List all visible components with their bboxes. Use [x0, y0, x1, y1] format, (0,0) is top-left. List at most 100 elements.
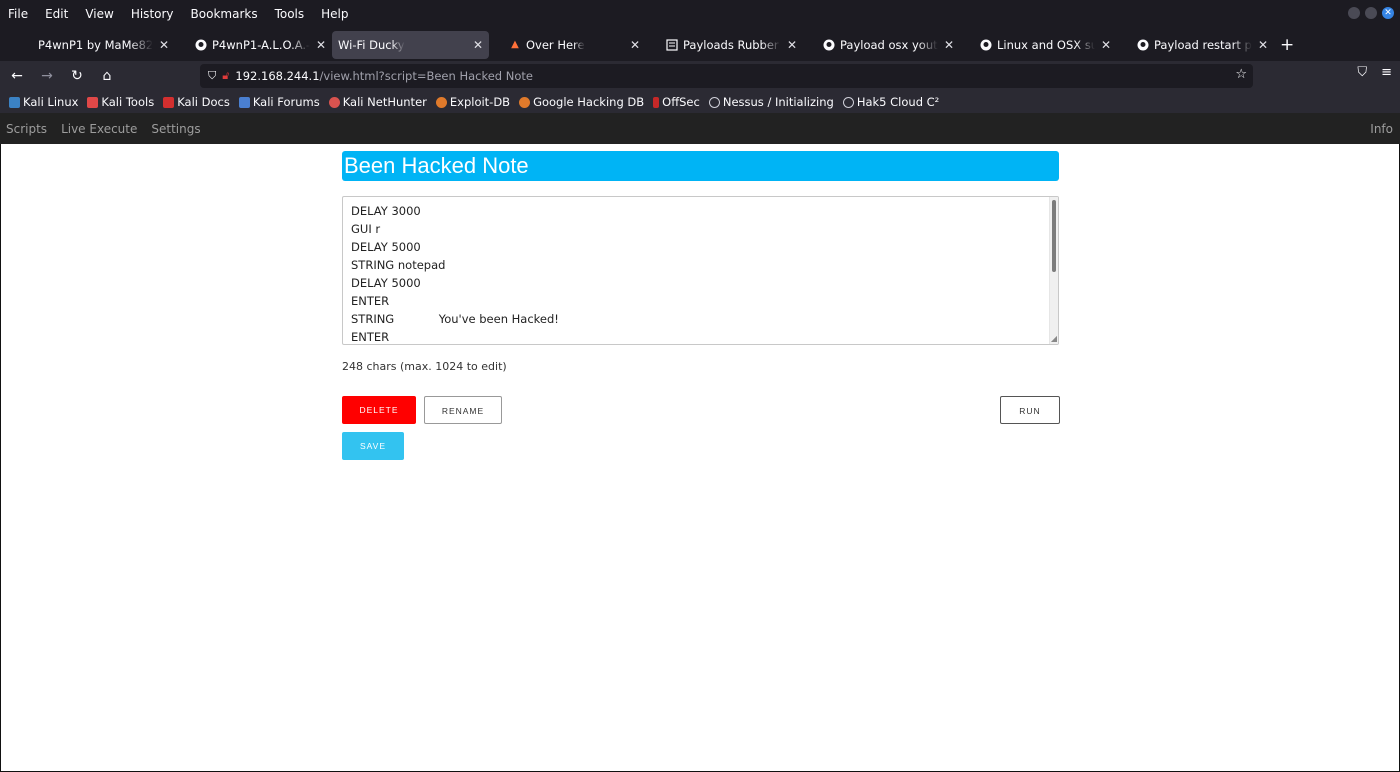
close-icon[interactable]: ✕ — [787, 38, 797, 52]
kali-dragon-icon — [9, 96, 20, 108]
menu-tools[interactable]: Tools — [275, 7, 305, 21]
script-title-input[interactable]: Been Hacked Note — [342, 151, 1059, 181]
home-icon[interactable]: ⌂ — [94, 63, 120, 89]
globe-icon — [708, 96, 720, 108]
bookmark-label: Google Hacking DB — [533, 95, 645, 109]
menu-bar: File Edit View History Bookmarks Tools H… — [0, 0, 1400, 28]
editor-scrollbar[interactable] — [1049, 197, 1058, 344]
tab-payload-osx-youtube[interactable]: Payload osx youtube bl ✕ — [803, 31, 960, 59]
bookmark-label: Exploit-DB — [449, 95, 511, 109]
page-content: Been Hacked Note DELAY 3000 GUI r DELAY 50… — [0, 144, 1400, 772]
bookmark-star-icon[interactable]: ☆ — [1235, 67, 1247, 82]
script-lines: DELAY 3000 GUI r DELAY 5000 STRING notepad D… — [351, 202, 559, 344]
tab-over-here[interactable]: ▲ Over Here ✕ — [489, 31, 646, 59]
tab-label: P4wnP1-A.L.O.A.-Paylo — [212, 37, 310, 52]
bookmark-label: Kali Docs — [177, 95, 230, 109]
close-icon[interactable]: ✕ — [159, 38, 169, 52]
resize-handle-icon[interactable]: ◢ — [1051, 334, 1057, 343]
github-icon — [195, 39, 207, 51]
pocket-icon[interactable]: ⛉ — [1357, 65, 1367, 80]
ghdb-icon — [519, 96, 531, 108]
minimize-button[interactable] — [1348, 7, 1360, 19]
bookmarks-bar: Kali Linux Kali Tools Kali Docs Kali For… — [0, 91, 1400, 113]
script-line: DELAY 5000 — [351, 276, 421, 290]
close-icon[interactable]: ✕ — [316, 38, 326, 52]
close-icon[interactable]: ✕ — [473, 38, 483, 52]
nav-scripts[interactable]: Scripts — [6, 122, 47, 136]
menu-edit[interactable]: Edit — [45, 7, 68, 21]
tab-label: Wi-Fi Ducky — [338, 37, 405, 52]
close-icon[interactable]: ✕ — [1258, 38, 1268, 52]
nav-info[interactable]: Info — [1370, 122, 1393, 136]
github-icon — [1137, 39, 1149, 51]
nav-settings[interactable]: Settings — [151, 122, 200, 136]
kali-forums-icon — [238, 96, 250, 108]
menu-file[interactable]: File — [8, 7, 28, 21]
hamburger-menu-icon[interactable]: ≡ — [1381, 65, 1392, 80]
bookmark-google-hacking-db[interactable]: Google Hacking DB — [519, 95, 644, 109]
tab-payload-restart-prank[interactable]: Payload restart prank ✕ — [1117, 31, 1274, 59]
tab-payloads-rubber-ducky[interactable]: Payloads Rubber Ducky ✕ — [646, 31, 803, 59]
menu-help[interactable]: Help — [321, 7, 348, 21]
script-line: ENTER — [351, 330, 390, 344]
bookmark-kali-nethunter[interactable]: Kali NetHunter — [328, 95, 427, 109]
tab-p4wnp1-aloa[interactable]: P4wnP1-A.L.O.A.-Paylo ✕ — [175, 31, 332, 59]
tab-linux-osx-sudo[interactable]: Linux and OSX sudo pa ✕ — [960, 31, 1117, 59]
nav-right-tools: ⛉ ≡ — [1357, 65, 1392, 80]
tab-label: Payload restart prank — [1154, 37, 1252, 52]
tab-bar: P4wnP1 by MaMe82 ✕ P4wnP1-A.L.O.A.-Paylo… — [0, 28, 1400, 61]
new-tab-icon[interactable]: + — [1280, 35, 1294, 55]
close-window-button[interactable]: ✕ — [1382, 7, 1394, 19]
bookmark-nessus[interactable]: Nessus / Initializing — [708, 95, 834, 109]
tab-wifi-ducky[interactable]: Wi-Fi Ducky ✕ — [332, 30, 489, 59]
globe-icon — [842, 96, 854, 108]
back-arrow-icon[interactable]: ← — [4, 63, 30, 89]
bookmark-label: Kali Tools — [101, 95, 155, 109]
script-line: DELAY 3000 — [351, 204, 421, 218]
bookmark-offsec[interactable]: OffSec — [653, 95, 700, 109]
offsec-icon — [653, 96, 660, 108]
close-icon[interactable]: ✕ — [630, 38, 640, 52]
insecure-lock-icon[interactable]: 🔓︎ — [222, 69, 229, 83]
kali-docs-icon — [163, 96, 175, 108]
bookmark-hak5-cloud[interactable]: Hak5 Cloud C² — [842, 95, 940, 109]
bookmark-label: Hak5 Cloud C² — [856, 95, 940, 109]
menu-view[interactable]: View — [85, 7, 113, 21]
script-editor-textarea[interactable]: DELAY 3000 GUI r DELAY 5000 STRING notepad D… — [342, 196, 1059, 345]
save-button[interactable]: SAVE — [342, 432, 404, 460]
tab-label: Payloads Rubber Ducky — [683, 37, 781, 52]
bookmark-kali-linux[interactable]: Kali Linux — [9, 95, 78, 109]
close-icon[interactable]: ✕ — [1101, 38, 1111, 52]
tab-p4wnp1[interactable]: P4wnP1 by MaMe82 ✕ — [18, 31, 175, 59]
nav-live-execute[interactable]: Live Execute — [61, 122, 137, 136]
forward-arrow-icon[interactable]: → — [34, 63, 60, 89]
maximize-button[interactable] — [1365, 7, 1377, 19]
shield-icon[interactable]: ⛉ — [208, 69, 216, 83]
close-icon[interactable]: ✕ — [944, 38, 954, 52]
url-path: /view.html?script=Been Hacked Note — [319, 69, 533, 83]
script-line: STRING You've been Hacked! — [351, 312, 559, 326]
delete-button[interactable]: DELETE — [342, 396, 416, 424]
window-controls: ✕ — [1348, 7, 1394, 19]
bookmark-exploit-db[interactable]: Exploit-DB — [435, 95, 511, 109]
menu-history[interactable]: History — [131, 7, 174, 21]
script-line: STRING notepad — [351, 258, 446, 272]
nethunter-icon — [328, 96, 340, 108]
bookmark-label: Nessus / Initializing — [722, 95, 834, 109]
run-button[interactable]: RUN — [1000, 396, 1060, 424]
script-line: ENTER — [351, 294, 390, 308]
exploit-db-icon — [435, 96, 447, 108]
bookmark-kali-forums[interactable]: Kali Forums — [238, 95, 320, 109]
bookmark-kali-tools[interactable]: Kali Tools — [87, 95, 154, 109]
reload-icon[interactable]: ↻ — [64, 63, 90, 89]
url-bar[interactable]: ⛉ 🔓︎ 192.168.244.1/view.html?script=Been… — [200, 64, 1253, 88]
menu-bookmarks[interactable]: Bookmarks — [191, 7, 258, 21]
bookmark-label: OffSec — [662, 95, 700, 109]
rename-button[interactable]: RENAME — [424, 396, 502, 424]
bookmark-label: Kali NetHunter — [342, 95, 427, 109]
bookmark-kali-docs[interactable]: Kali Docs — [163, 95, 230, 109]
tab-label: Over Here — [526, 37, 585, 52]
tab-label: Payload osx youtube bl — [840, 37, 938, 52]
nav-bar: ← → ↻ ⌂ ⛉ 🔓︎ 192.168.244.1/view.html?scr… — [0, 61, 1400, 91]
scrollbar-thumb[interactable] — [1052, 200, 1056, 272]
